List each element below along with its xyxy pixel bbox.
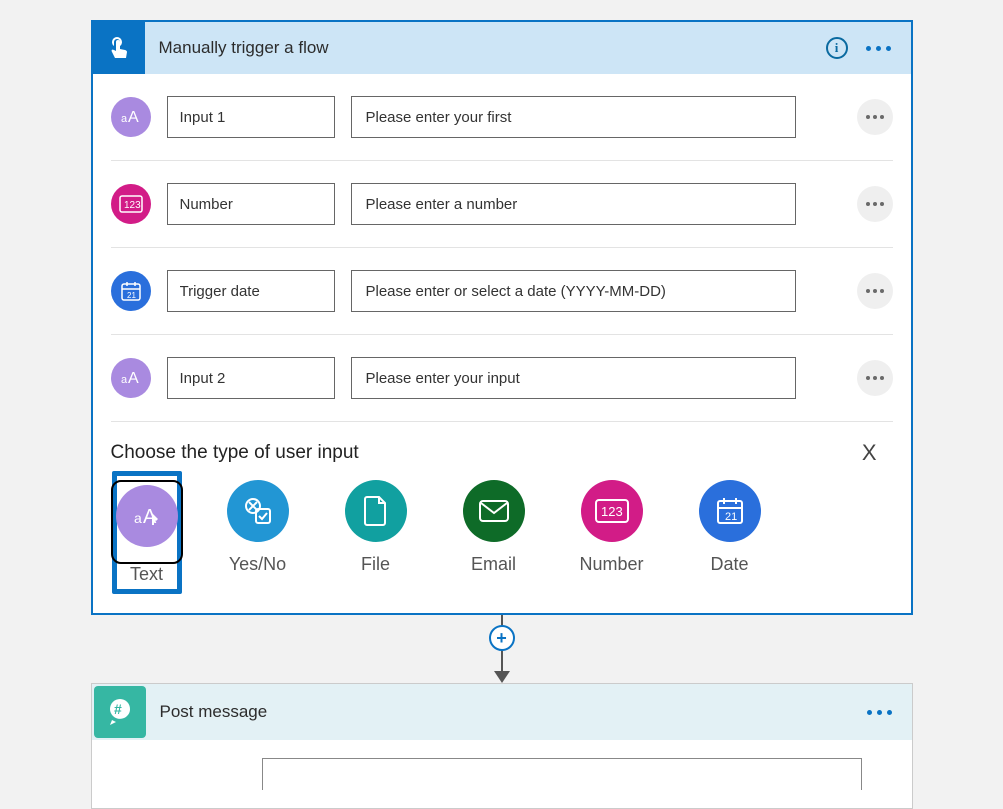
number-type-icon: 123 <box>111 184 151 224</box>
add-step-button[interactable]: + <box>489 625 515 651</box>
date-icon: 21 <box>699 480 761 542</box>
input-name-field[interactable] <box>167 183 335 225</box>
type-option-text[interactable]: aA Text <box>112 471 182 594</box>
type-option-yesno[interactable]: Yes/No <box>223 480 293 585</box>
yesno-icon <box>227 480 289 542</box>
touch-icon <box>105 34 133 62</box>
input-row-menu[interactable] <box>857 99 893 135</box>
type-option-label: Date <box>710 554 748 575</box>
svg-text:#: # <box>114 701 122 717</box>
svg-text:a: a <box>121 374 128 386</box>
action-header[interactable]: # Post message <box>92 684 912 740</box>
type-option-label: Email <box>471 554 516 575</box>
input-row: 21 <box>111 248 893 335</box>
input-placeholder-field[interactable] <box>351 183 796 225</box>
connector-arrowhead <box>494 671 510 683</box>
file-icon <box>345 480 407 542</box>
type-option-date[interactable]: 21 Date <box>695 480 765 585</box>
action-field[interactable] <box>262 758 862 790</box>
inputs-area: aA 123 21 <box>93 74 911 613</box>
svg-text:123: 123 <box>124 200 141 211</box>
input-placeholder-field[interactable] <box>351 96 796 138</box>
input-placeholder-field[interactable] <box>351 357 796 399</box>
trigger-header[interactable]: Manually trigger a flow i <box>93 22 911 74</box>
svg-text:21: 21 <box>127 291 136 300</box>
svg-text:21: 21 <box>725 511 737 523</box>
type-option-number[interactable]: 123 Number <box>577 480 647 585</box>
action-menu-button[interactable] <box>867 710 892 715</box>
input-placeholder-field[interactable] <box>351 270 796 312</box>
info-icon[interactable]: i <box>826 37 848 59</box>
type-option-label: Yes/No <box>229 554 286 575</box>
action-card: # Post message <box>91 683 913 809</box>
action-title: Post message <box>160 702 867 722</box>
type-option-label: Number <box>579 554 643 575</box>
trigger-card: Manually trigger a flow i aA 123 <box>91 20 913 615</box>
svg-text:A: A <box>128 109 139 126</box>
trigger-icon <box>93 22 145 74</box>
svg-text:123: 123 <box>601 504 623 519</box>
input-row: 123 <box>111 161 893 248</box>
flow-connector: + <box>489 615 515 683</box>
action-body <box>92 740 912 808</box>
hash-icon: # <box>105 697 135 727</box>
svg-text:a: a <box>121 113 128 125</box>
type-option-label: Text <box>130 564 163 585</box>
type-option-file[interactable]: File <box>341 480 411 585</box>
trigger-menu-button[interactable] <box>866 46 891 51</box>
email-icon <box>463 480 525 542</box>
svg-text:a: a <box>134 510 142 526</box>
text-type-icon: aA <box>111 358 151 398</box>
input-name-field[interactable] <box>167 270 335 312</box>
chooser-close-button[interactable]: X <box>862 440 877 466</box>
input-name-field[interactable] <box>167 357 335 399</box>
type-option-label: File <box>361 554 390 575</box>
chooser-prompt: Choose the type of user input <box>111 442 862 464</box>
input-row: aA <box>111 74 893 161</box>
input-row-menu[interactable] <box>857 360 893 396</box>
svg-text:A: A <box>128 370 139 387</box>
text-icon: aA <box>116 485 178 547</box>
date-type-icon: 21 <box>111 271 151 311</box>
action-icon: # <box>94 686 146 738</box>
text-type-icon: aA <box>111 97 151 137</box>
trigger-title: Manually trigger a flow <box>159 38 826 58</box>
number-icon: 123 <box>581 480 643 542</box>
input-type-chooser: Choose the type of user input X aA Text <box>111 422 893 613</box>
input-name-field[interactable] <box>167 96 335 138</box>
type-option-email[interactable]: Email <box>459 480 529 585</box>
input-row-menu[interactable] <box>857 273 893 309</box>
input-row-menu[interactable] <box>857 186 893 222</box>
input-row: aA <box>111 335 893 422</box>
